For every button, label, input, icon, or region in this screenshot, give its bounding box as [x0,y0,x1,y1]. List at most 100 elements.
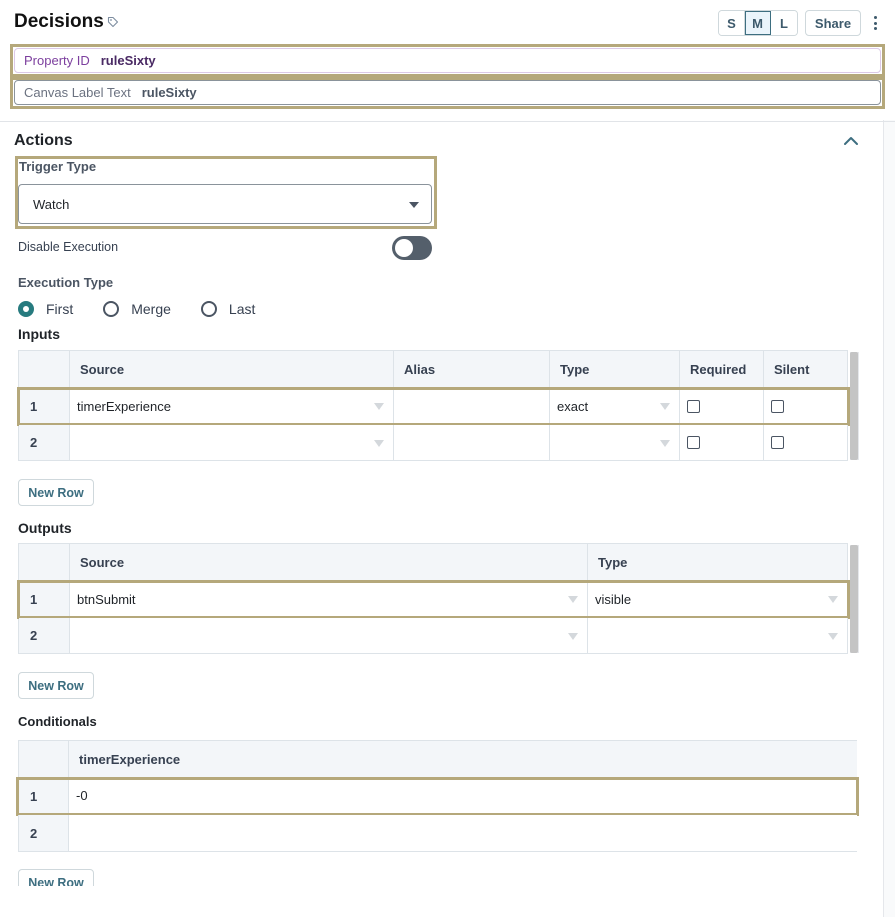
actions-heading: Actions [14,132,73,149]
conditional-value-input[interactable] [69,815,857,852]
tag-icon[interactable] [107,16,119,28]
caret-down-icon [568,632,578,640]
type-select[interactable] [588,618,848,654]
header-timer-experience: timerExperience [69,741,857,778]
source-select[interactable] [70,618,588,654]
conditionals-new-row-clip: New Row [0,869,880,886]
outputs-new-row-button[interactable]: New Row [18,672,94,699]
inputs-table: Source Alias Type Required Silent 1 time… [17,350,850,461]
table-row: 2 [19,425,848,461]
alias-input[interactable] [394,388,550,425]
source-select[interactable] [70,425,394,461]
caret-down-icon [374,439,384,447]
header-source: Source [70,351,394,388]
row-number: 1 [19,581,70,618]
row-number: 1 [18,778,69,815]
conditionals-new-row-button[interactable]: New Row [18,869,94,886]
radio-merge[interactable]: Merge [103,301,171,317]
header-type: Type [588,544,848,581]
caret-down-icon [660,439,670,447]
header-silent: Silent [764,351,848,388]
header-type: Type [550,351,680,388]
conditional-value-input[interactable]: -0 [69,778,857,815]
type-select[interactable]: exact [550,388,680,425]
silent-cell [764,388,848,425]
silent-checkbox[interactable] [771,436,784,449]
radio-checked-icon [18,301,34,317]
silent-cell [764,425,848,461]
type-value: visible [595,591,632,607]
size-s-button[interactable]: S [719,11,745,35]
property-id-wrapper: Property ID ruleSixty [10,44,885,77]
inputs-heading: Inputs [18,326,60,342]
outputs-heading: Outputs [18,520,72,536]
caret-down-icon [828,596,838,603]
required-checkbox[interactable] [687,399,700,413]
toggle-knob [395,239,413,257]
source-select[interactable]: btnSubmit [70,581,588,618]
size-m-button[interactable]: M [745,11,771,35]
radio-first-label: First [46,301,74,317]
caret-down-icon [409,202,419,208]
table-row: 1 timerExperience exact [17,387,850,426]
canvas-label-value: ruleSixty [141,85,197,100]
disable-execution-toggle[interactable] [392,236,432,260]
header-index [19,351,70,388]
table-row: 1 -0 [16,777,859,816]
share-button[interactable]: Share [805,10,861,36]
canvas-label-label: Canvas Label Text [24,85,131,100]
type-select[interactable] [550,425,680,461]
size-toggle-group: S M L [718,10,798,36]
canvas-label-wrapper: Canvas Label Text ruleSixty [10,77,885,109]
kebab-menu-icon[interactable] [869,14,881,32]
caret-down-icon [374,403,384,410]
trigger-type-value: Watch [33,196,70,212]
header-index [18,741,69,778]
disable-execution-label: Disable Execution [18,240,119,254]
source-value: btnSubmit [77,591,136,607]
scrollbar-thumb[interactable] [850,352,858,460]
type-select[interactable]: visible [588,581,848,618]
radio-unchecked-icon [103,301,120,317]
source-value: timerExperience [77,398,171,414]
property-id-field[interactable]: Property ID ruleSixty [14,48,881,73]
inputs-header-row: Source Alias Type Required Silent [19,351,848,388]
conditionals-heading: Conditionals [18,714,97,729]
required-cell [680,388,764,425]
table-row: 1 btnSubmit visible [17,580,850,619]
caret-down-icon [568,596,578,603]
page-title: Decisions [14,11,104,32]
radio-first[interactable]: First [18,301,73,317]
panel-header: Decisions S M L Share Property ID ruleSi… [0,0,895,122]
row-number: 1 [19,388,70,425]
inputs-scrollbar[interactable] [850,352,859,460]
required-cell [680,425,764,461]
trigger-type-select[interactable]: Watch [18,184,432,224]
execution-type-radio-group: First Merge Last [18,301,285,317]
required-checkbox[interactable] [687,436,700,449]
size-l-button[interactable]: L [771,11,797,35]
trigger-type-label: Trigger Type [19,159,97,174]
caret-down-icon [828,632,838,640]
source-select[interactable]: timerExperience [70,388,394,425]
canvas-label-field[interactable]: Canvas Label Text ruleSixty [14,80,881,105]
row-number: 2 [19,618,70,654]
caret-down-icon [660,403,670,410]
table-row: 2 [18,815,857,852]
radio-merge-label: Merge [131,301,171,317]
scrollbar-thumb[interactable] [850,545,858,653]
radio-last-label: Last [228,301,256,317]
alias-input[interactable] [394,425,550,461]
table-row: 2 [19,618,848,654]
outputs-scrollbar[interactable] [850,545,859,653]
inputs-new-row-button[interactable]: New Row [18,479,94,506]
conditionals-table: timerExperience 1 -0 2 [16,740,859,852]
header-index [19,544,70,581]
radio-last[interactable]: Last [200,301,256,317]
outputs-header-row: Source Type [19,544,848,581]
right-gutter [883,120,895,917]
chevron-up-icon[interactable] [842,134,860,148]
row-number: 2 [19,425,70,461]
header-alias: Alias [394,351,550,388]
silent-checkbox[interactable] [771,399,784,413]
